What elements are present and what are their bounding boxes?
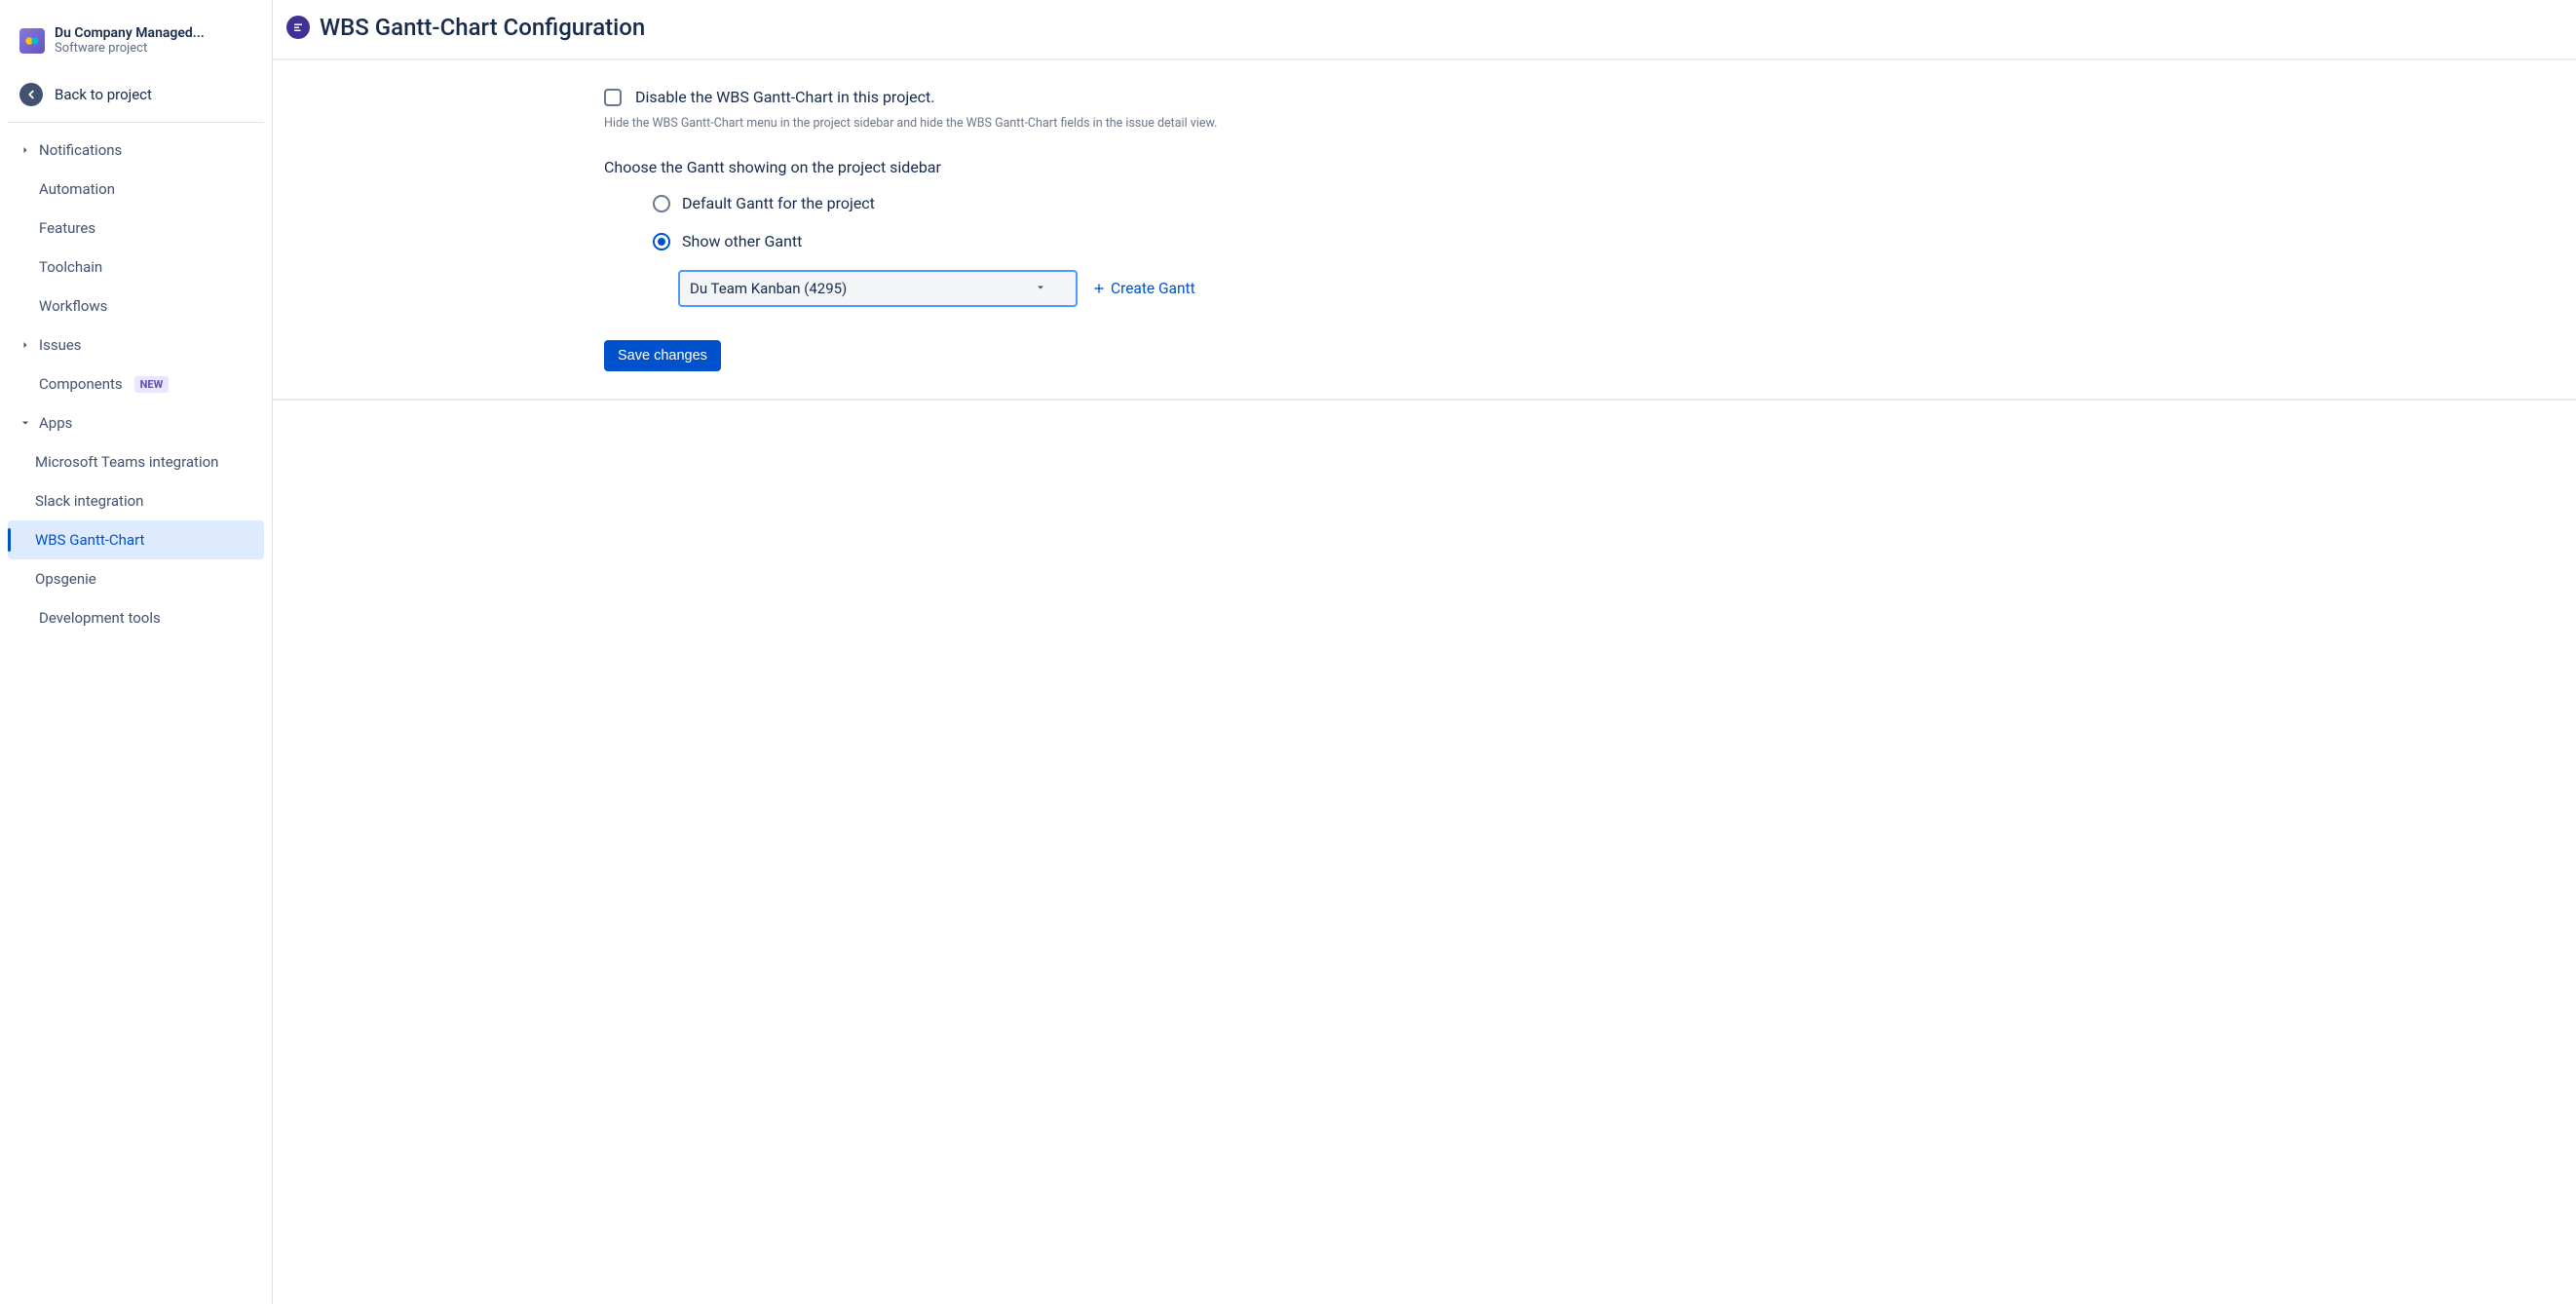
create-gantt-label: Create Gantt	[1111, 280, 1195, 297]
sidebar-item-components[interactable]: Components NEW	[8, 364, 264, 403]
gantt-app-icon	[286, 16, 310, 39]
nav-label: Toolchain	[39, 258, 102, 276]
radio-other-gantt[interactable]	[653, 233, 670, 250]
sidebar-item-opsgenie[interactable]: Opsgenie	[8, 559, 264, 598]
project-header[interactable]: Du Company Managed... Software project	[8, 19, 264, 73]
content-header: WBS Gantt-Chart Configuration	[273, 0, 2576, 60]
nav-label: Workflows	[39, 297, 107, 315]
sidebar-item-notifications[interactable]: Notifications	[8, 131, 264, 170]
disable-gantt-checkbox[interactable]	[604, 89, 622, 106]
sidebar-item-workflows[interactable]: Workflows	[8, 287, 264, 326]
gantt-select-value: Du Team Kanban (4295)	[690, 280, 847, 297]
choose-gantt-label: Choose the Gantt showing on the project …	[604, 158, 2560, 176]
disable-gantt-row: Disable the WBS Gantt-Chart in this proj…	[604, 88, 2560, 106]
gantt-select[interactable]: Du Team Kanban (4295)	[678, 270, 1078, 307]
radio-row-default: Default Gantt for the project	[653, 194, 2560, 212]
chevron-down-icon	[19, 417, 31, 429]
sidebar-item-automation[interactable]: Automation	[8, 170, 264, 209]
sidebar: Du Company Managed... Software project B…	[0, 0, 273, 1304]
save-button[interactable]: Save changes	[604, 340, 721, 371]
project-type: Software project	[55, 41, 205, 56]
page-title: WBS Gantt-Chart Configuration	[320, 14, 645, 41]
project-name: Du Company Managed...	[55, 25, 205, 41]
sidebar-item-features[interactable]: Features	[8, 209, 264, 248]
nav-label: Automation	[39, 180, 115, 198]
radio-other-label: Show other Gantt	[682, 232, 802, 250]
nav-label: Apps	[39, 414, 72, 432]
nav-label: WBS Gantt-Chart	[35, 531, 144, 549]
arrow-left-icon	[19, 83, 43, 106]
nav-label: Development tools	[39, 609, 161, 627]
main-content: WBS Gantt-Chart Configuration Disable th…	[273, 0, 2576, 1304]
nav-label: Components	[39, 375, 123, 393]
content-body: Disable the WBS Gantt-Chart in this proj…	[273, 60, 2576, 401]
radio-default-gantt[interactable]	[653, 195, 670, 212]
back-label: Back to project	[55, 86, 152, 103]
create-gantt-link[interactable]: Create Gantt	[1091, 280, 1195, 297]
disable-gantt-hint: Hide the WBS Gantt-Chart menu in the pro…	[604, 116, 2560, 131]
project-icon	[19, 28, 45, 54]
gantt-radio-group: Default Gantt for the project Show other…	[604, 194, 2560, 250]
radio-default-label: Default Gantt for the project	[682, 194, 875, 212]
chevron-right-icon	[19, 339, 31, 351]
plus-icon	[1091, 281, 1107, 296]
sidebar-item-slack[interactable]: Slack integration	[8, 481, 264, 520]
sidebar-item-wbs-gantt[interactable]: WBS Gantt-Chart	[8, 520, 264, 559]
sidebar-item-issues[interactable]: Issues	[8, 326, 264, 364]
chevron-down-icon	[1035, 280, 1046, 297]
sidebar-item-apps[interactable]: Apps	[8, 403, 264, 442]
nav-label: Slack integration	[35, 492, 143, 510]
nav-label: Issues	[39, 336, 82, 354]
gantt-select-row: Du Team Kanban (4295) Create Gantt	[604, 270, 2560, 307]
back-to-project-link[interactable]: Back to project	[8, 73, 264, 116]
sidebar-item-dev-tools[interactable]: Development tools	[8, 598, 264, 637]
nav-label: Microsoft Teams integration	[35, 453, 218, 471]
nav-label: Notifications	[39, 141, 122, 159]
nav-label: Features	[39, 219, 95, 237]
sidebar-item-toolchain[interactable]: Toolchain	[8, 248, 264, 287]
chevron-right-icon	[19, 144, 31, 156]
nav-label: Opsgenie	[35, 570, 96, 588]
divider	[8, 122, 264, 123]
radio-row-other: Show other Gantt	[653, 232, 2560, 250]
disable-gantt-label: Disable the WBS Gantt-Chart in this proj…	[635, 88, 934, 106]
sidebar-item-ms-teams[interactable]: Microsoft Teams integration	[8, 442, 264, 481]
new-badge: NEW	[134, 376, 170, 393]
